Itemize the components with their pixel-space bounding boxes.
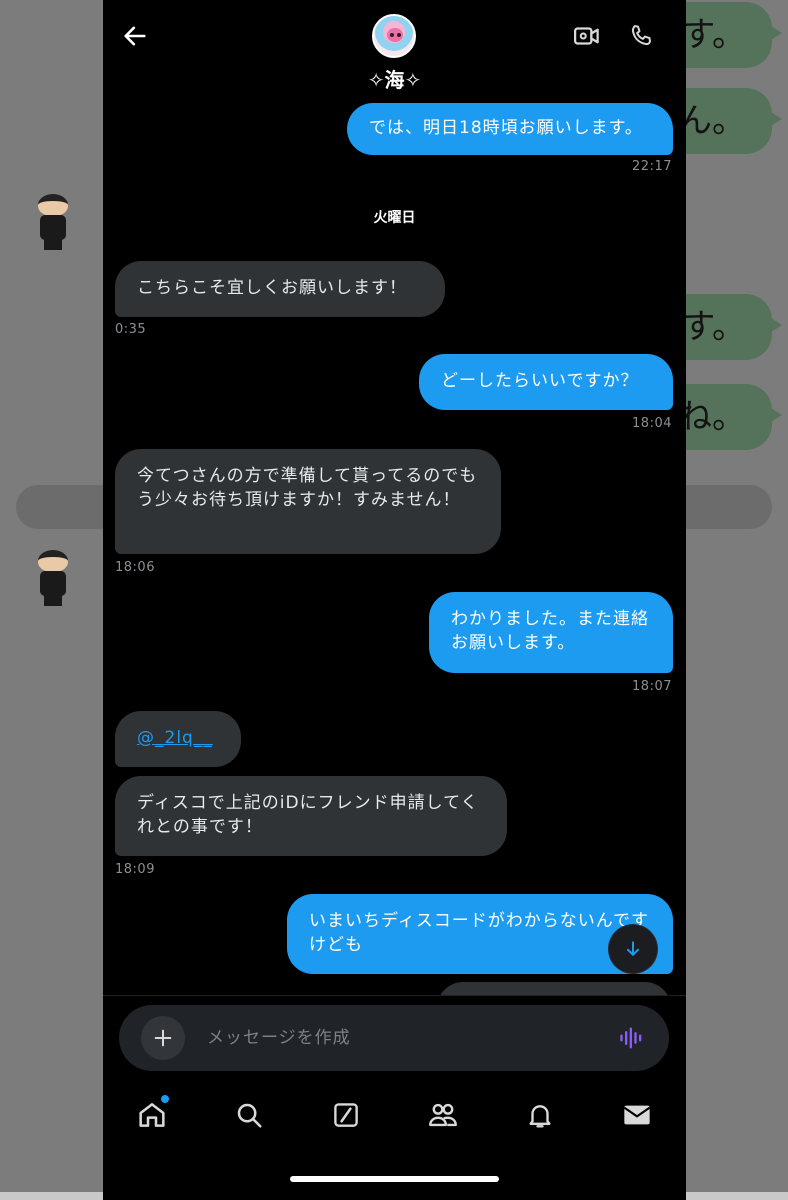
- notification-dot: [161, 1095, 169, 1103]
- message-composer: [119, 1005, 669, 1071]
- video-call-icon: [574, 27, 599, 45]
- notifications-icon: [529, 1105, 551, 1128]
- bg-bubble-text: ね。: [678, 397, 746, 437]
- mention-link[interactable]: @_2lq__: [137, 728, 213, 748]
- message-timestamp: 18:04: [632, 416, 672, 431]
- communities-icon: [429, 1103, 458, 1127]
- message-bubble-incoming[interactable]: ディスコで上記のiDにフレンド申請してくれとの事です！: [115, 776, 507, 856]
- back-button[interactable]: [113, 14, 157, 58]
- bg-bubble-text: す。: [681, 307, 746, 347]
- message-timestamp: 22:17: [632, 159, 672, 174]
- grok-icon: [334, 1103, 358, 1127]
- bg-bubble-text: ん。: [678, 101, 746, 141]
- message-bubble-incoming[interactable]: こちらこそ宜しくお願いします！: [115, 261, 445, 317]
- video-call-button[interactable]: [565, 14, 609, 58]
- tab-search[interactable]: [200, 1085, 297, 1145]
- tab-grok[interactable]: [297, 1085, 394, 1145]
- message-input[interactable]: [207, 1018, 587, 1058]
- message-text: では、明日18時頃お願いします。: [369, 118, 643, 138]
- peer-avatar[interactable]: [372, 14, 416, 58]
- message-timestamp: 18:06: [115, 560, 155, 575]
- message-timestamp: 0:35: [115, 322, 147, 337]
- day-separator: 火曜日: [373, 210, 416, 226]
- search-icon: [237, 1103, 262, 1128]
- voice-message-button[interactable]: [615, 1021, 649, 1055]
- message-text: こちらこそ宜しくお願いします！: [137, 278, 407, 298]
- dm-screen: ✧海✧ では、明日18時頃お願いします。 22:17 火曜日 こちらこそ宜しくお…: [103, 0, 686, 1200]
- arrow-down-icon: [627, 941, 639, 956]
- conversation-header: ✧海✧: [103, 0, 686, 100]
- plus-icon: [154, 1029, 172, 1047]
- back-arrow-icon: [124, 26, 146, 46]
- message-bubble-outgoing[interactable]: では、明日18時頃お願いします。: [347, 103, 673, 155]
- messages-icon: [624, 1105, 651, 1125]
- home-icon: [138, 1103, 165, 1127]
- message-text: わかりました。また連絡お願いします。: [451, 609, 649, 653]
- peer-name[interactable]: ✧海✧: [103, 64, 686, 93]
- tab-communities[interactable]: [395, 1085, 492, 1145]
- voice-waveform-icon: [620, 1027, 642, 1049]
- phone-call-button[interactable]: [619, 14, 663, 58]
- bg-bubble-text: す。: [681, 15, 746, 55]
- message-text: 今てつさんの方で準備して貰ってるのでもう少々お待ち頂けますか！すみません！: [137, 466, 478, 510]
- message-bubble-incoming: @_2lq__: [115, 711, 241, 767]
- message-bubble-outgoing[interactable]: どーしたらいいですか？: [419, 354, 673, 410]
- tab-messages[interactable]: [589, 1085, 686, 1145]
- home-indicator[interactable]: [290, 1176, 499, 1182]
- bg-avatar: [30, 548, 76, 608]
- message-timestamp: 18:07: [632, 679, 672, 694]
- message-bubble-outgoing[interactable]: わかりました。また連絡お願いします。: [429, 592, 673, 673]
- scroll-to-bottom-button[interactable]: [609, 925, 657, 973]
- bg-avatar: [30, 192, 76, 252]
- bottom-tab-bar: [103, 1085, 686, 1165]
- phone-icon: [631, 25, 651, 46]
- tab-home[interactable]: [103, 1085, 200, 1145]
- message-text: いまいちディスコードがわからないんですけども: [309, 911, 649, 955]
- tab-notifications[interactable]: [492, 1085, 589, 1145]
- message-text: どーしたらいいですか？: [441, 371, 639, 391]
- message-bubble-incoming[interactable]: 今てつさんの方で準備して貰ってるのでもう少々お待ち頂けますか！すみません！: [115, 449, 501, 554]
- add-attachment-button[interactable]: [141, 1016, 185, 1060]
- message-text: ディスコで上記のiDにフレンド申請してくれとの事です！: [137, 793, 479, 837]
- message-timestamp: 18:09: [115, 862, 155, 877]
